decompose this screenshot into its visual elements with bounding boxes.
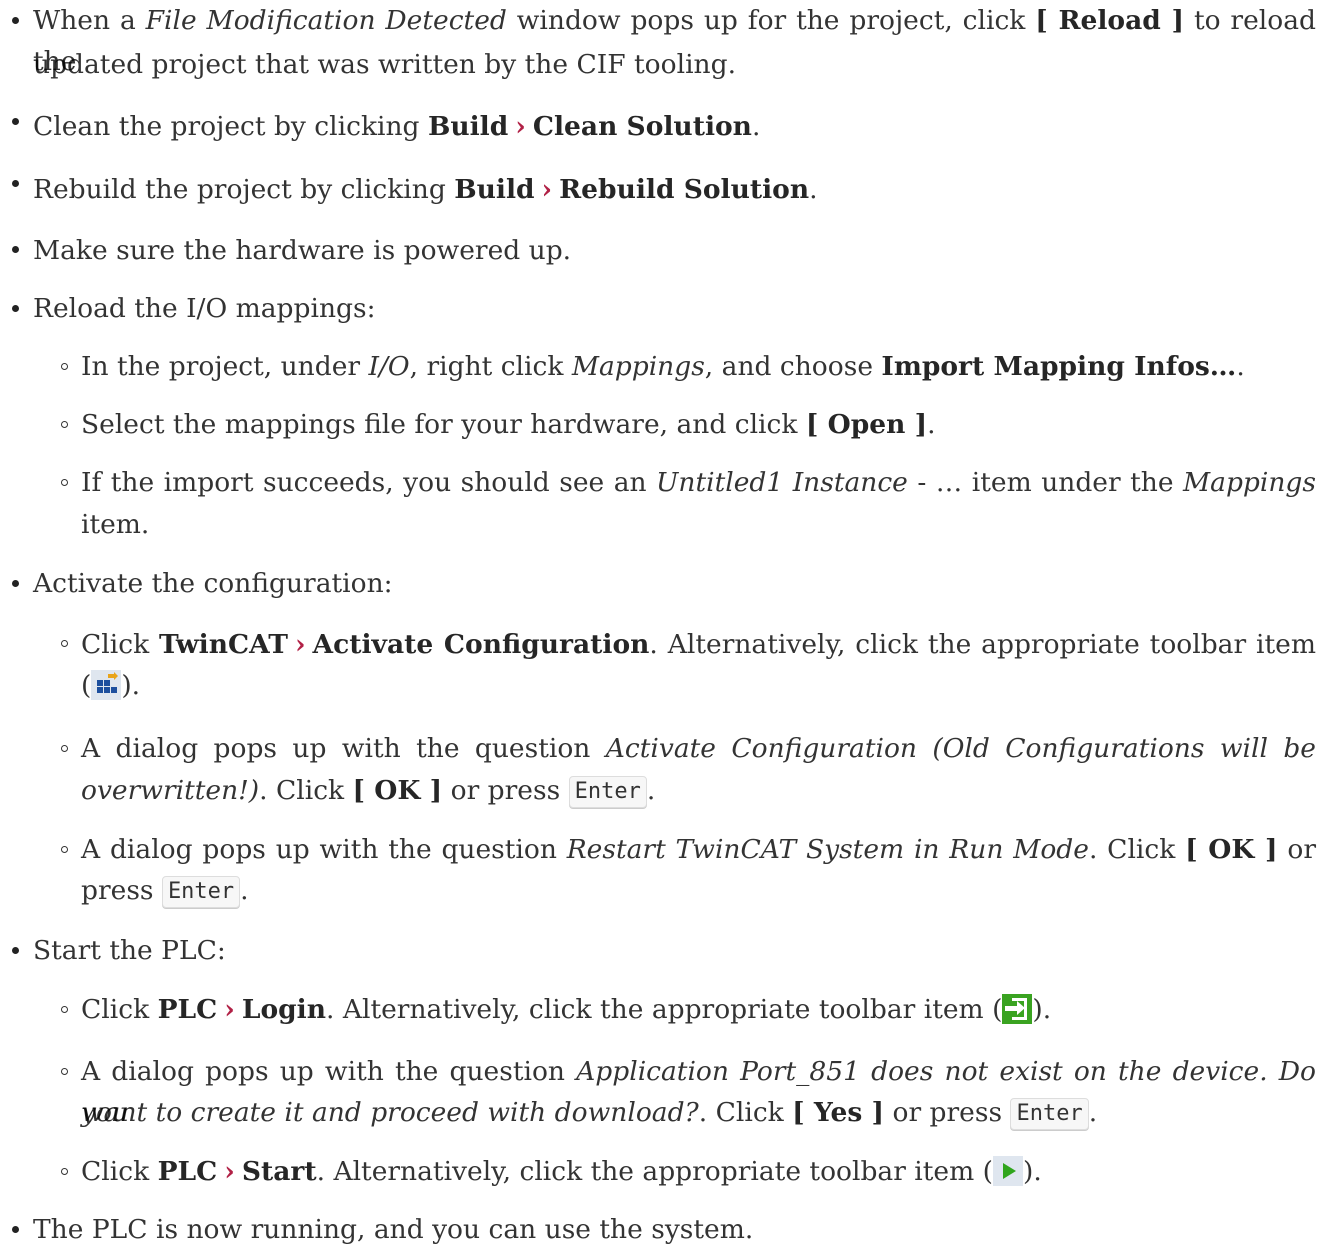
sub-item-select-file: Select the mappings file for your hardwa…: [81, 409, 936, 440]
sub-item-login: Click PLC › Login. Alternatively, click th…: [81, 994, 1052, 1025]
login-icon: [1002, 994, 1033, 1024]
list-item-rebuild: Rebuild the project by clicking Build › Re…: [33, 174, 818, 205]
sub-item-activate-config-cont: ( ).: [81, 670, 141, 701]
sub-bullet: [61, 1068, 68, 1075]
list-item-mappings: Reload the I/O mappings:: [33, 293, 376, 324]
menu-separator: ›: [515, 111, 526, 142]
list-item-powered: Make sure the hardware is powered up.: [33, 235, 572, 266]
bullet: [12, 947, 19, 954]
sub-item-activate-dialog: A dialog pops up with the question Activ…: [81, 733, 1316, 764]
sub-item-restart-dialog: A dialog pops up with the question Resta…: [81, 834, 1316, 865]
bullet: [12, 180, 19, 187]
reload-button-ref: [ Reload ]: [1035, 5, 1185, 36]
enter-key: Enter: [161, 876, 241, 908]
enter-key: Enter: [568, 776, 647, 808]
enter-key: Enter: [1010, 1098, 1089, 1130]
sub-bullet: [61, 421, 68, 428]
menu-separator: ›: [541, 174, 553, 205]
list-item-reload-cont: updated project that was written by the …: [33, 49, 737, 80]
sub-item-import-mapping: In the project, under I/O, right click M…: [81, 351, 1245, 382]
sub-item-activate-dialog-cont: overwritten!). Click [ OK ] or press Ent…: [81, 775, 656, 808]
bullet: [12, 305, 19, 312]
start-icon: [993, 1156, 1024, 1186]
sub-bullet: [61, 1006, 68, 1013]
list-item-plc: Start the PLC:: [33, 935, 226, 966]
list-item-activate: Activate the configuration:: [33, 568, 393, 599]
menu-separator: ›: [224, 994, 235, 1025]
bullet: [12, 1226, 19, 1233]
sub-item-restart-dialog-cont: press Enter.: [81, 875, 249, 908]
sub-bullet: [61, 640, 68, 647]
sub-item-import-result-cont: item.: [81, 509, 150, 540]
sub-bullet: [61, 846, 68, 853]
bullet: [12, 246, 19, 253]
activate-configuration-icon: [91, 670, 122, 700]
bullet: [12, 17, 19, 24]
sub-bullet: [61, 363, 68, 370]
bullet: [12, 580, 19, 587]
sub-item-download-dialog-cont: want to create it and proceed with downl…: [81, 1097, 1098, 1130]
sub-item-import-result: If the import succeeds, you should see a…: [81, 467, 1316, 498]
list-item-running: The PLC is now running, and you can use …: [33, 1214, 754, 1245]
menu-separator: ›: [224, 1156, 235, 1187]
bullet: [12, 118, 19, 125]
menu-separator: ›: [294, 629, 306, 660]
sub-bullet: [61, 745, 68, 752]
sub-item-start: Click PLC › Start. Alternatively, click th…: [81, 1156, 1042, 1187]
list-item-clean: Clean the project by clicking Build › Clea…: [33, 111, 761, 142]
sub-bullet: [61, 1168, 68, 1175]
sub-bullet: [61, 479, 68, 486]
sub-item-activate-config: Click TwinCAT › Activate Configuration. Al…: [81, 629, 1316, 660]
